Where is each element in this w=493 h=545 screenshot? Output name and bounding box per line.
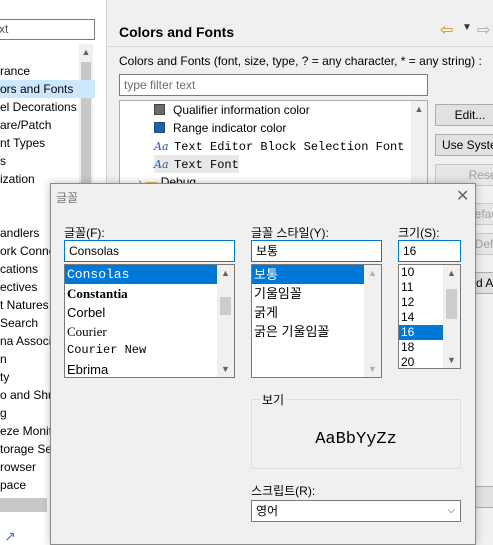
forward-arrow-icon[interactable]: ⇨ — [477, 20, 490, 40]
use-system-font-button[interactable]: Use System Font — [435, 134, 493, 156]
sample-text: AaBbYyZz — [315, 430, 397, 449]
back-arrow-icon[interactable]: ⇦ — [440, 20, 453, 40]
tree-item-range-indicator-color[interactable]: Range indicator color — [154, 119, 286, 137]
title-divider — [107, 46, 493, 47]
size-label: 크기(S): — [398, 226, 440, 240]
tree-horizontal-scroll-thumb[interactable] — [0, 498, 47, 512]
view-menu-chevron-icon[interactable]: ▼ — [462, 22, 472, 33]
size-input[interactable]: 16 — [398, 240, 461, 262]
script-value: 영어 — [256, 504, 279, 518]
tree-item[interactable]: ors and Fonts — [0, 80, 95, 98]
scroll-down-arrow-icon[interactable]: ▼ — [217, 361, 234, 377]
font-style-input[interactable]: 보통 — [251, 240, 382, 262]
font-list[interactable]: Consolas Constantia Corbel Courier Couri… — [64, 264, 235, 378]
scroll-up-arrow-icon[interactable]: ▲ — [217, 265, 234, 281]
script-select[interactable]: 영어 ⌵ — [251, 500, 461, 522]
style-option-regular[interactable]: 보통 — [252, 265, 381, 284]
font-option-courier[interactable]: Courier — [65, 322, 234, 341]
font-icon: Aa — [154, 158, 169, 171]
size-list-scrollbar[interactable]: ▲ ▼ — [443, 265, 460, 368]
font-label: 글꼴(F): — [64, 226, 105, 240]
sample-label: 보기 — [260, 391, 287, 408]
tree-item-block-selection-font[interactable]: Aa Text Editor Block Selection Font — [154, 137, 404, 155]
script-label: 스크립트(R): — [251, 484, 316, 498]
color-filter-input[interactable]: type filter text — [119, 74, 428, 96]
style-option-bold[interactable]: 굵게 — [252, 303, 381, 322]
scroll-up-arrow-icon[interactable]: ▲ — [443, 265, 460, 281]
font-icon: Aa — [154, 140, 169, 153]
tree-item[interactable]: nt Types — [0, 134, 95, 152]
color-swatch-icon — [154, 122, 165, 133]
tree-vertical-scrollbar[interactable]: ▲ — [411, 101, 427, 189]
style-list-scrollbar[interactable]: ▲ ▼ — [364, 265, 381, 377]
font-style-list[interactable]: 보통 기울임꼴 굵게 굵은 기울임꼴 ▲ ▼ — [251, 264, 382, 378]
dialog-title: 글꼴 — [56, 191, 79, 205]
font-name-input[interactable]: Consolas — [64, 240, 235, 262]
font-dialog: 글꼴 ✕ 글꼴(F): Consolas Consolas Constantia… — [50, 183, 476, 545]
scroll-down-arrow-icon[interactable]: ▼ — [443, 352, 460, 368]
tree-item[interactable]: rance — [0, 62, 95, 80]
font-option-constantia[interactable]: Constantia — [65, 284, 234, 303]
color-swatch-icon — [154, 104, 165, 115]
tree-item[interactable]: are/Patch — [0, 116, 95, 134]
help-icon[interactable]: ↗ — [4, 528, 16, 545]
sample-group: 보기 AaBbYyZz — [251, 391, 461, 469]
style-option-italic[interactable]: 기울임꼴 — [252, 284, 381, 303]
scrollbar-thumb[interactable] — [220, 297, 231, 315]
font-option-courier-new[interactable]: Courier New — [65, 341, 234, 360]
page-title: Colors and Fonts — [119, 24, 235, 40]
colors-and-fonts-tree: Qualifier information color Range indica… — [119, 100, 428, 190]
tree-item[interactable]: s — [0, 152, 95, 170]
page-description: Colors and Fonts (font, size, type, ? = … — [119, 54, 482, 68]
scroll-up-arrow-icon[interactable]: ▲ — [79, 44, 93, 60]
font-option-corbel[interactable]: Corbel — [65, 303, 234, 322]
scroll-up-arrow-icon[interactable]: ▲ — [411, 101, 427, 117]
edit-button[interactable]: Edit... — [435, 104, 493, 126]
size-list[interactable]: 10 11 12 14 16 18 20 ▲ ▼ — [398, 264, 461, 369]
font-option-ebrima[interactable]: Ebrima — [65, 360, 234, 377]
chevron-down-icon[interactable]: ⌵ — [447, 501, 455, 521]
font-option-consolas[interactable]: Consolas — [65, 265, 234, 284]
scroll-up-arrow-icon[interactable]: ▲ — [364, 265, 381, 281]
scrollbar-thumb[interactable] — [446, 289, 457, 319]
font-style-label: 글꼴 스타일(Y): — [251, 226, 329, 240]
tree-item-text-font[interactable]: Aa Text Font — [154, 155, 239, 173]
close-icon[interactable]: ✕ — [456, 186, 469, 206]
font-list-scrollbar[interactable]: ▲ ▼ — [217, 265, 234, 377]
style-option-bold-italic[interactable]: 굵은 기울임꼴 — [252, 322, 381, 341]
tree-item[interactable]: el Decorations — [0, 98, 95, 116]
tree-filter-input[interactable]: xt — [0, 19, 95, 40]
scroll-down-arrow-icon[interactable]: ▼ — [364, 361, 381, 377]
tree-item-qualifier-color[interactable]: Qualifier information color — [154, 101, 310, 119]
